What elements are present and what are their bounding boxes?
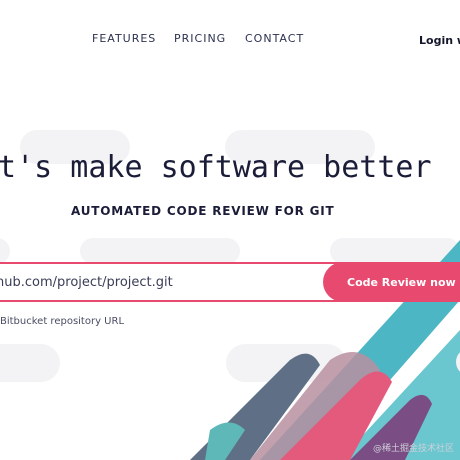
bg-pill-edge xyxy=(456,352,460,372)
code-review-button[interactable]: Code Review now xyxy=(323,262,460,302)
login-button[interactable]: Login wit xyxy=(419,34,460,47)
nav-pricing-link[interactable]: PRICING xyxy=(174,32,226,45)
bg-pill xyxy=(0,344,60,382)
landing-page: FEATURES PRICING CONTACT Login wit et's … xyxy=(0,0,460,460)
nav-features-link[interactable]: FEATURES xyxy=(92,32,156,45)
bg-pill xyxy=(0,238,10,264)
bg-pill xyxy=(330,238,460,264)
repo-form: Code Review now xyxy=(0,262,460,302)
nav-contact-link[interactable]: CONTACT xyxy=(245,32,304,45)
stripe-teal-small xyxy=(205,422,245,460)
hero-subtitle: AUTOMATED CODE REVIEW FOR GIT xyxy=(71,204,335,218)
bg-pill xyxy=(80,238,240,264)
bg-pill xyxy=(226,344,346,382)
repo-url-input[interactable] xyxy=(0,262,361,302)
hero-title: et's make software better xyxy=(0,150,432,185)
decorative-stripes xyxy=(190,240,460,460)
watermark: @稀土掘金技术社区 xyxy=(372,444,454,454)
repo-url-hint: Bitbucket repository URL xyxy=(0,316,125,327)
